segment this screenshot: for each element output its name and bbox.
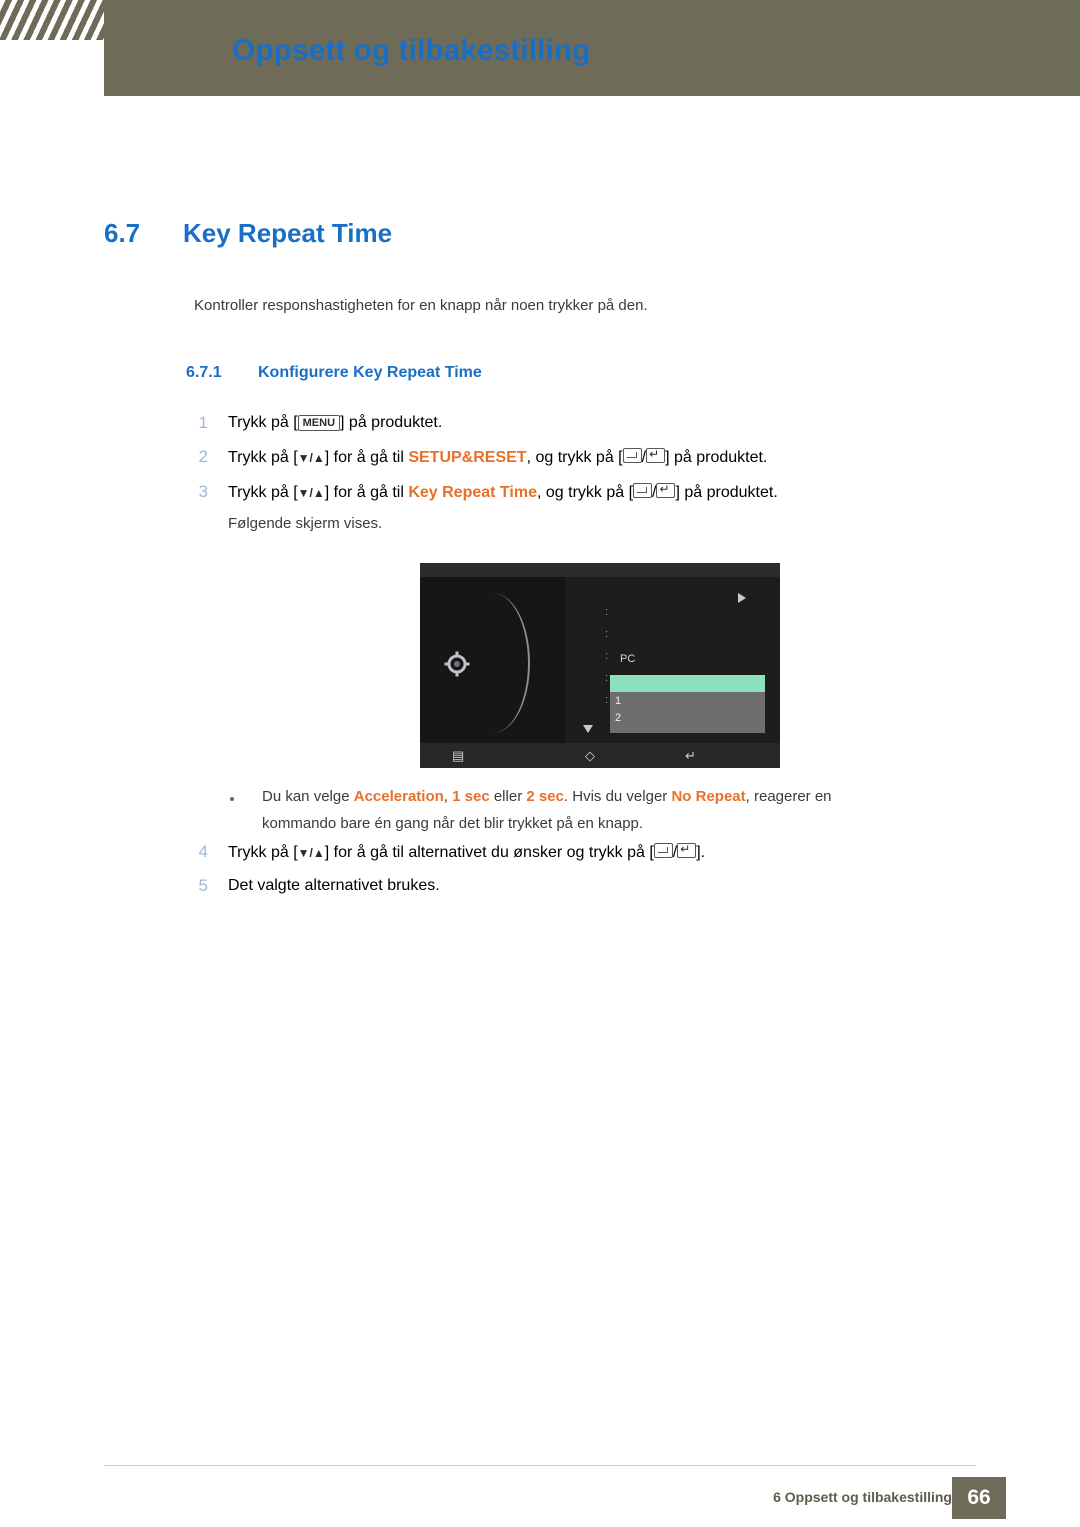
osd-top-bar (420, 563, 780, 577)
osd-colon: : (605, 650, 609, 662)
step-5-number: 5 (198, 876, 208, 895)
step-4-part-a: Trykk på [ (228, 844, 298, 861)
bullet-option-1sec: 1 sec (452, 788, 490, 805)
step-4-text: Trykk på [▼/▲] for å gå til alternativet… (228, 840, 980, 862)
step-3-follow-text: Følgende skjerm vises. (228, 515, 383, 532)
header-title: Oppsett og tilbakestilling (232, 34, 591, 67)
step-2-target: SETUP&RESET (408, 449, 527, 466)
osd-bottom-bar (420, 743, 780, 768)
step-3-part-a: Trykk på [ (228, 484, 298, 501)
step-1-text: Trykk på [MENU] på produktet. (228, 414, 980, 432)
osd-colon-list: : : : : : (605, 601, 608, 711)
step-3-part-d: ] på produktet. (675, 484, 778, 501)
subsection-number: 6.7.1 (186, 364, 222, 381)
step-4-part-c: ]. (696, 844, 706, 861)
step-2-part-a: Trykk på [ (228, 449, 298, 466)
page-header: Oppsett og tilbakestilling (0, 0, 1080, 96)
enter-key-icon (677, 840, 697, 858)
bullet-sep-1: , (443, 788, 453, 805)
enter-key-icon (656, 480, 676, 498)
osd-screenshot: : : : : : PC 1 2 ▤ ◇ ↵ (420, 563, 780, 768)
osd-colon: : (605, 606, 609, 618)
return-icon: ↵ (685, 748, 696, 763)
footer-divider (104, 1465, 976, 1466)
step-5-text: Det valgte alternativet brukes. (228, 877, 440, 894)
return-key-icon (622, 448, 642, 463)
osd-option-item: 1 (615, 695, 622, 707)
down-up-arrow-icon: ▼/▲ (297, 451, 325, 465)
step-1-number: 1 (198, 413, 208, 432)
footer-page-number: 66 (952, 1477, 1006, 1519)
subsection-title: Konfigurere Key Repeat Time (258, 364, 482, 381)
menu-bar-icon: ▤ (452, 748, 465, 763)
osd-highlighted-option (610, 675, 765, 692)
enter-key-icon (646, 445, 666, 463)
step-3-part-b: ] for å gå til (324, 484, 409, 501)
bullet-part-c: , reagerer en (745, 788, 832, 805)
step-3-target: Key Repeat Time (408, 484, 537, 501)
osd-pc-label: PC (620, 653, 636, 665)
bullet-sep-2: eller (489, 788, 527, 805)
gear-icon (444, 651, 470, 677)
down-up-arrow-icon: ▼/▲ (297, 486, 325, 500)
return-key-icon (653, 843, 673, 858)
osd-colon: : (605, 694, 609, 706)
bullet-line-2: kommando bare én gang når det blir trykk… (262, 815, 644, 832)
step-2-text: Trykk på [▼/▲] for å gå til SETUP&RESET,… (228, 445, 980, 467)
step-2-part-b: ] for å gå til (324, 449, 409, 466)
step-4-part-b: ] for å gå til alternativet du ønsker og… (324, 844, 654, 861)
header-hatch-decoration (0, 0, 104, 40)
step-3-number: 3 (198, 482, 208, 501)
osd-option-item: 2 (615, 712, 622, 724)
down-up-arrow-icon: ▼/▲ (297, 846, 325, 860)
step-3-text: Trykk på [▼/▲] for å gå til Key Repeat T… (228, 480, 980, 502)
step-2-part-c: , og trykk på [ (526, 449, 623, 466)
section-intro: Kontroller responshastigheten for en kna… (194, 297, 648, 314)
section-number: 6.7 (104, 218, 141, 248)
bullet-text: Du kan velge Acceleration, 1 sec eller 2… (262, 783, 942, 837)
navigate-icon: ◇ (585, 748, 595, 763)
bullet-part-a: Du kan velge (262, 788, 354, 805)
return-key-icon (633, 483, 653, 498)
osd-colon: : (605, 672, 609, 684)
step-2-part-d: ] på produktet. (665, 449, 768, 466)
bullet-option-2sec: 2 sec (526, 788, 564, 805)
menu-key-icon: MENU (297, 415, 341, 431)
step-1-part-b: ] på produktet. (340, 414, 443, 431)
osd-colon: : (605, 628, 609, 640)
footer-chapter-label: 6 Oppsett og tilbakestilling (773, 1489, 952, 1505)
step-2-number: 2 (198, 447, 208, 466)
bullet-option-acceleration: Acceleration (353, 788, 444, 805)
bullet-part-b: . Hvis du velger (563, 788, 672, 805)
header-hatch-fill (0, 40, 104, 96)
bullet-marker (230, 797, 234, 801)
down-triangle-icon (583, 725, 593, 733)
bullet-option-norepeat: No Repeat (671, 788, 746, 805)
step-4-number: 4 (198, 842, 208, 861)
osd-option-panel: 1 2 (610, 675, 765, 733)
step-1-part-a: Trykk på [ (228, 414, 298, 431)
right-triangle-icon (738, 593, 746, 603)
section-title: Key Repeat Time (183, 218, 393, 248)
step-3-part-c: , og trykk på [ (536, 484, 634, 501)
